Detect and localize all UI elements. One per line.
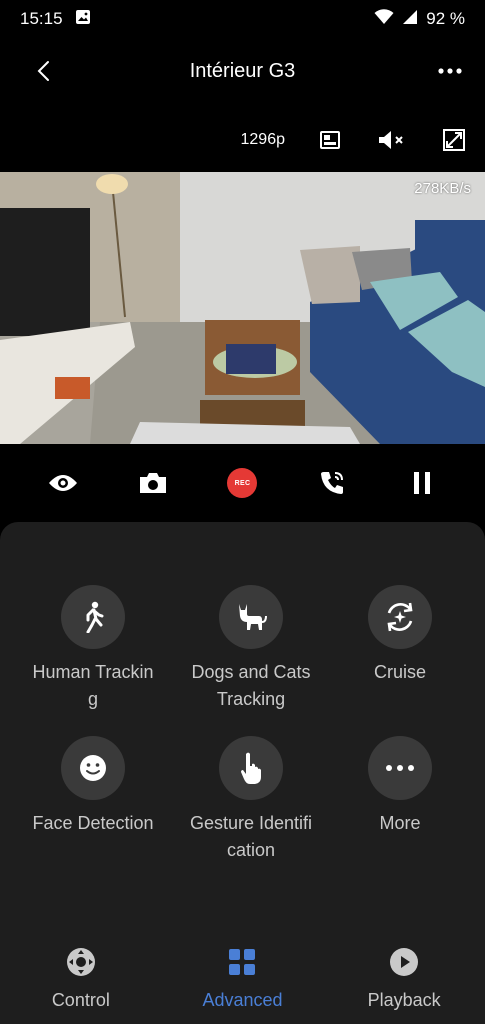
more-dots-icon: [368, 736, 432, 800]
smiley-face-icon: [61, 736, 125, 800]
pip-icon: [320, 131, 340, 149]
pause-button[interactable]: [400, 461, 444, 505]
nav-playback[interactable]: Playback: [334, 930, 474, 1024]
feature-label: Cruise: [373, 662, 426, 682]
battery-percent: 92 %: [426, 9, 465, 28]
feature-label: Human Tracking: [32, 662, 154, 709]
nav-label: Control: [51, 990, 110, 1010]
record-icon: REC: [227, 468, 258, 498]
feature-label: Dogs and Cats Tracking: [191, 662, 311, 709]
fullscreen-icon: [443, 129, 465, 151]
play-icon: [388, 946, 420, 978]
fullscreen-button[interactable]: [437, 123, 471, 157]
feature-more[interactable]: More: [325, 736, 475, 837]
page-title: Intérieur G3: [189, 59, 296, 82]
camera-icon: [139, 473, 166, 493]
cat-icon: [219, 585, 283, 649]
intercom-button[interactable]: [310, 461, 354, 505]
phone-call-icon: [321, 472, 344, 494]
nav-label: Playback: [367, 990, 441, 1010]
feature-human-tracking[interactable]: Human Tracking: [18, 585, 168, 713]
record-button[interactable]: REC: [220, 461, 264, 505]
live-video-feed[interactable]: 278KB/s: [0, 172, 485, 444]
live-controls: REC: [0, 452, 485, 514]
feature-gesture-identification[interactable]: Gesture Identification: [176, 736, 326, 864]
status-time: 15:15: [20, 9, 63, 28]
camera-view-image: [0, 172, 485, 444]
status-bar: 15:15 92 %: [0, 0, 485, 38]
advanced-panel: Human Tracking Dogs and Cats Tracking Cr…: [0, 522, 485, 930]
view-button[interactable]: [41, 461, 85, 505]
feature-face-detection[interactable]: Face Detection: [18, 736, 168, 837]
mute-button[interactable]: [375, 123, 409, 157]
pointing-hand-icon: [219, 736, 283, 800]
bottom-nav: Control Advanced Playback: [0, 930, 485, 1024]
video-toolbar: 1296p: [0, 118, 485, 162]
pause-icon: [414, 472, 431, 494]
signal-icon: [402, 9, 418, 30]
speaker-muted-icon: [379, 131, 403, 149]
app-header: Intérieur G3: [0, 38, 485, 104]
more-options-button[interactable]: [435, 56, 465, 86]
eye-icon: [48, 475, 77, 491]
resolution-selector[interactable]: 1296p: [241, 131, 286, 149]
wifi-icon: [374, 8, 394, 30]
walking-person-icon: [61, 585, 125, 649]
more-dots-icon: [438, 68, 462, 74]
nav-advanced[interactable]: Advanced: [172, 930, 312, 1024]
rotate-icon: [368, 585, 432, 649]
feature-dogs-cats-tracking[interactable]: Dogs and Cats Tracking: [176, 585, 326, 713]
chevron-left-icon: [37, 61, 49, 81]
nav-label: Advanced: [202, 990, 283, 1010]
feature-cruise[interactable]: Cruise: [325, 585, 475, 686]
screenshot-button[interactable]: [131, 461, 175, 505]
picture-in-picture-button[interactable]: [313, 123, 347, 157]
gallery-icon: [75, 9, 91, 30]
back-button[interactable]: [28, 56, 58, 86]
feature-label: Gesture Identification: [189, 813, 313, 860]
nav-control[interactable]: Control: [11, 930, 151, 1024]
grid-icon: [226, 946, 258, 978]
bitrate-readout: 278KB/s: [414, 180, 471, 197]
feature-label: More: [379, 813, 421, 833]
dpad-icon: [65, 946, 97, 978]
feature-label: Face Detection: [32, 813, 154, 833]
